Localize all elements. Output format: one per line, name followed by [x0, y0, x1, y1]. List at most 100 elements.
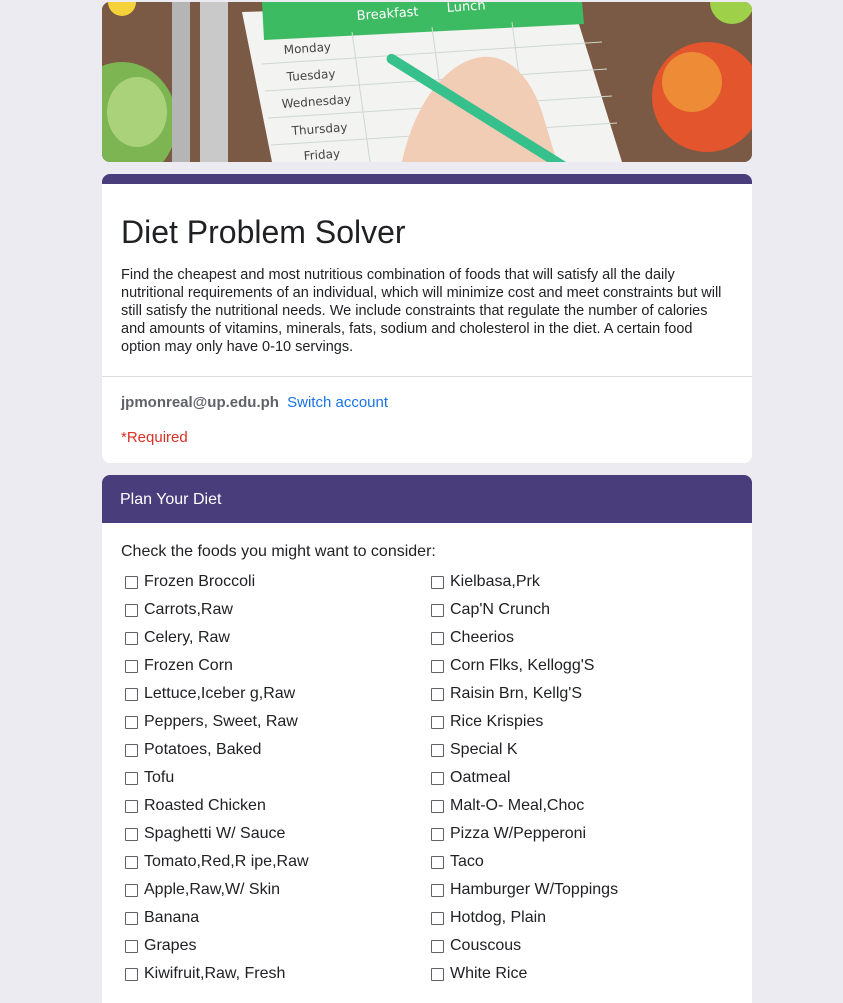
- checkbox-icon[interactable]: [125, 855, 138, 869]
- option-label: Potatoes, Baked: [144, 741, 262, 758]
- checkbox-icon[interactable]: [125, 911, 138, 925]
- checkbox-option[interactable]: Pizza W/Pepperoni: [427, 820, 733, 848]
- checkbox-option[interactable]: Hotdog, Plain: [427, 904, 733, 932]
- checkbox-option[interactable]: Rice Krispies: [427, 708, 733, 736]
- checkbox-icon[interactable]: [431, 771, 444, 785]
- form-header-card: Diet Problem Solver Find the cheapest an…: [102, 174, 752, 463]
- option-label: Frozen Broccoli: [144, 573, 256, 590]
- checkbox-option[interactable]: Peppers, Sweet, Raw: [121, 708, 427, 736]
- checkbox-option[interactable]: Corn Flks, Kellogg'S: [427, 652, 733, 680]
- checkbox-option[interactable]: Tomato,Red,R ipe,Raw: [121, 848, 427, 876]
- checkbox-icon[interactable]: [125, 715, 138, 729]
- account-email: jpmonreal@up.edu.ph: [121, 394, 279, 411]
- section-header: Plan Your Diet: [102, 475, 752, 523]
- checkbox-icon[interactable]: [125, 743, 138, 757]
- option-label: Hotdog, Plain: [450, 909, 547, 926]
- option-label: Corn Flks, Kellogg'S: [450, 657, 595, 674]
- option-label: Apple,Raw,W/ Skin: [144, 881, 281, 898]
- option-label: Kielbasa,Prk: [450, 573, 540, 590]
- option-label: Pizza W/Pepperoni: [450, 825, 587, 842]
- checkbox-icon[interactable]: [431, 799, 444, 813]
- switch-account-link[interactable]: Switch account: [287, 394, 388, 411]
- checkbox-option[interactable]: Lettuce,Iceber g,Raw: [121, 680, 427, 708]
- banner-day-5: Friday: [303, 146, 340, 162]
- checkbox-option[interactable]: Hamburger W/Toppings: [427, 876, 733, 904]
- question-label: Check the foods you might want to consid…: [121, 543, 436, 560]
- checkbox-icon[interactable]: [431, 939, 444, 953]
- checkbox-option[interactable]: Cap'N Crunch: [427, 596, 733, 624]
- checkbox-option[interactable]: Special K: [427, 736, 733, 764]
- checkbox-icon[interactable]: [431, 659, 444, 673]
- checkbox-icon[interactable]: [431, 743, 444, 757]
- option-label: Hamburger W/Toppings: [450, 881, 619, 898]
- checkbox-icon[interactable]: [125, 631, 138, 645]
- account-row: jpmonreal@up.edu.ph Switch account: [102, 377, 752, 411]
- option-label: Couscous: [450, 937, 522, 954]
- option-label: Special K: [450, 741, 518, 758]
- checkbox-icon[interactable]: [125, 939, 138, 953]
- option-label: Kiwifruit,Raw, Fresh: [144, 965, 286, 982]
- checkbox-icon[interactable]: [125, 799, 138, 813]
- checkbox-option[interactable]: White Rice: [427, 960, 733, 988]
- right-column: Kielbasa,Prk Cap'N Crunch Cheerios Corn …: [427, 568, 733, 988]
- checkbox-option[interactable]: Potatoes, Baked: [121, 736, 427, 764]
- checkbox-icon[interactable]: [431, 603, 444, 617]
- option-label: Grapes: [144, 937, 197, 954]
- checkbox-option[interactable]: Grapes: [121, 932, 427, 960]
- option-label: Lettuce,Iceber g,Raw: [144, 685, 296, 702]
- checkbox-option[interactable]: Malt-O- Meal,Choc: [427, 792, 733, 820]
- option-label: Tofu: [144, 769, 175, 786]
- checkbox-option[interactable]: Celery, Raw: [121, 624, 427, 652]
- checkbox-option[interactable]: Frozen Broccoli: [121, 568, 427, 596]
- checkbox-option[interactable]: Kielbasa,Prk: [427, 568, 733, 596]
- checkbox-option[interactable]: Frozen Corn: [121, 652, 427, 680]
- option-label: Roasted Chicken: [144, 797, 266, 814]
- checkbox-icon[interactable]: [125, 687, 138, 701]
- checkbox-icon[interactable]: [125, 659, 138, 673]
- form-title: Diet Problem Solver: [121, 214, 406, 250]
- option-label: Spaghetti W/ Sauce: [144, 825, 286, 842]
- checkbox-icon[interactable]: [125, 883, 138, 897]
- option-label: White Rice: [450, 965, 528, 982]
- left-column: Frozen Broccoli Carrots,Raw Celery, Raw …: [121, 568, 427, 988]
- option-label: Cap'N Crunch: [450, 601, 550, 618]
- form-description: Find the cheapest and most nutritious co…: [121, 267, 722, 355]
- checkbox-option[interactable]: Tofu: [121, 764, 427, 792]
- option-label: Frozen Corn: [144, 657, 233, 674]
- checkbox-icon[interactable]: [431, 911, 444, 925]
- checkbox-icon[interactable]: [431, 967, 444, 981]
- checkbox-icon[interactable]: [125, 827, 138, 841]
- checkbox-icon[interactable]: [431, 855, 444, 869]
- checkbox-option[interactable]: Couscous: [427, 932, 733, 960]
- checkbox-option[interactable]: Roasted Chicken: [121, 792, 427, 820]
- checkbox-option[interactable]: Oatmeal: [427, 764, 733, 792]
- option-label: Oatmeal: [450, 769, 511, 786]
- checkbox-option[interactable]: Cheerios: [427, 624, 733, 652]
- form-container: Breakfast Lunch Monday Tuesday Wednesday…: [102, 2, 752, 1003]
- checkbox-icon[interactable]: [431, 715, 444, 729]
- required-note: *Required: [121, 429, 188, 446]
- checkbox-icon[interactable]: [431, 575, 444, 589]
- header-banner-image: Breakfast Lunch Monday Tuesday Wednesday…: [102, 2, 752, 162]
- checkbox-option[interactable]: Spaghetti W/ Sauce: [121, 820, 427, 848]
- food-checkbox-grid: Frozen Broccoli Carrots,Raw Celery, Raw …: [121, 568, 733, 988]
- option-label: Cheerios: [450, 629, 515, 646]
- checkbox-option[interactable]: Raisin Brn, Kellg'S: [427, 680, 733, 708]
- checkbox-option[interactable]: Apple,Raw,W/ Skin: [121, 876, 427, 904]
- checkbox-icon[interactable]: [125, 575, 138, 589]
- checkbox-icon[interactable]: [125, 771, 138, 785]
- checkbox-option[interactable]: Kiwifruit,Raw, Fresh: [121, 960, 427, 988]
- checkbox-icon[interactable]: [431, 883, 444, 897]
- checkbox-icon[interactable]: [125, 967, 138, 981]
- option-label: Tomato,Red,R ipe,Raw: [144, 853, 309, 870]
- option-label: Celery, Raw: [144, 629, 230, 646]
- checkbox-option[interactable]: Banana: [121, 904, 427, 932]
- checkbox-icon[interactable]: [431, 631, 444, 645]
- checkbox-option[interactable]: Carrots,Raw: [121, 596, 427, 624]
- food-question-card: Check the foods you might want to consid…: [102, 523, 752, 1003]
- checkbox-option[interactable]: Taco: [427, 848, 733, 876]
- checkbox-icon[interactable]: [431, 827, 444, 841]
- option-label: Banana: [144, 909, 200, 926]
- checkbox-icon[interactable]: [431, 687, 444, 701]
- checkbox-icon[interactable]: [125, 603, 138, 617]
